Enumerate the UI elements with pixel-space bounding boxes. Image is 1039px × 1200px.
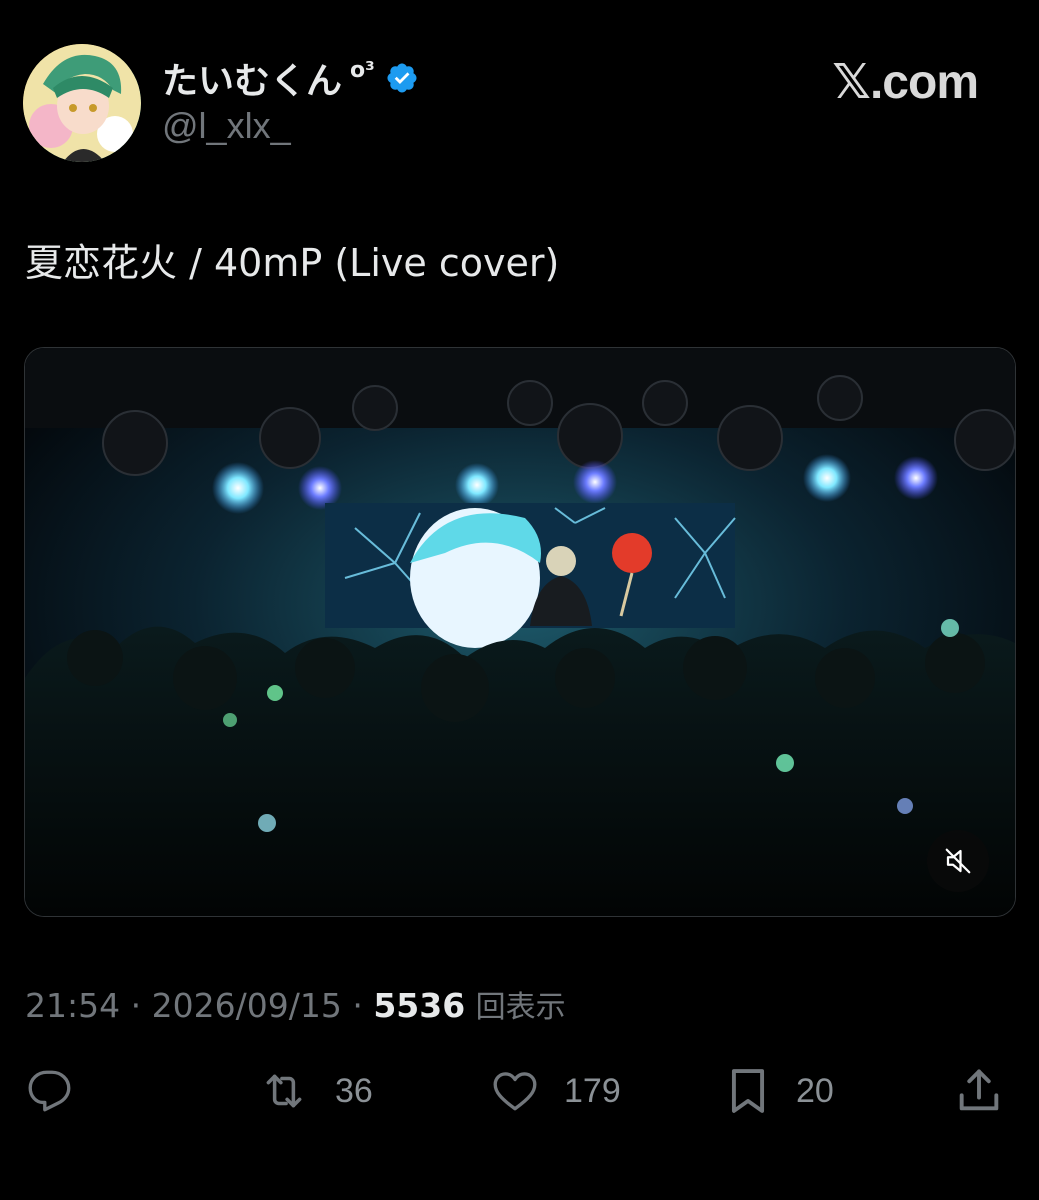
reply-button[interactable] <box>24 1066 98 1116</box>
retweet-button[interactable]: 36 <box>255 1066 373 1116</box>
like-count: 179 <box>564 1071 621 1110</box>
meta-separator: · <box>352 986 363 1025</box>
bookmark-button[interactable]: 20 <box>722 1066 834 1116</box>
display-name-suffix: o³ <box>350 57 375 83</box>
display-name-text: たいむくん <box>162 61 343 102</box>
view-count-label: 回表示 <box>475 990 566 1025</box>
brand-logo: 𝕏.com <box>832 56 979 109</box>
bookmark-count: 20 <box>796 1071 834 1110</box>
post-text: 夏恋花火 / 40mP (Live cover) <box>25 241 560 285</box>
post-date: 2026/09/15 <box>151 986 342 1025</box>
heart-icon <box>493 1072 537 1111</box>
view-count: 5536 <box>373 986 466 1025</box>
display-name[interactable]: たいむくん o³ <box>162 52 419 104</box>
avatar[interactable] <box>23 44 141 162</box>
bookmark-icon <box>731 1069 765 1113</box>
speaker-muted-icon <box>945 848 971 874</box>
share-button[interactable] <box>953 1066 1005 1116</box>
meta-separator: · <box>130 986 142 1025</box>
like-button[interactable]: 179 <box>488 1066 621 1116</box>
mute-toggle-button[interactable] <box>927 830 989 892</box>
handle[interactable]: @l_xlx_ <box>162 105 291 147</box>
reply-icon <box>28 1070 71 1112</box>
video-player[interactable] <box>24 347 1016 917</box>
video-frame <box>25 348 1015 916</box>
verified-badge-icon <box>387 63 417 93</box>
share-icon <box>959 1069 999 1111</box>
retweet-count: 36 <box>335 1071 373 1110</box>
post-meta: 21:54 · 2026/09/15 · 5536 回表示 <box>25 982 566 1026</box>
post-time: 21:54 <box>25 986 121 1025</box>
retweet-icon <box>266 1074 302 1108</box>
